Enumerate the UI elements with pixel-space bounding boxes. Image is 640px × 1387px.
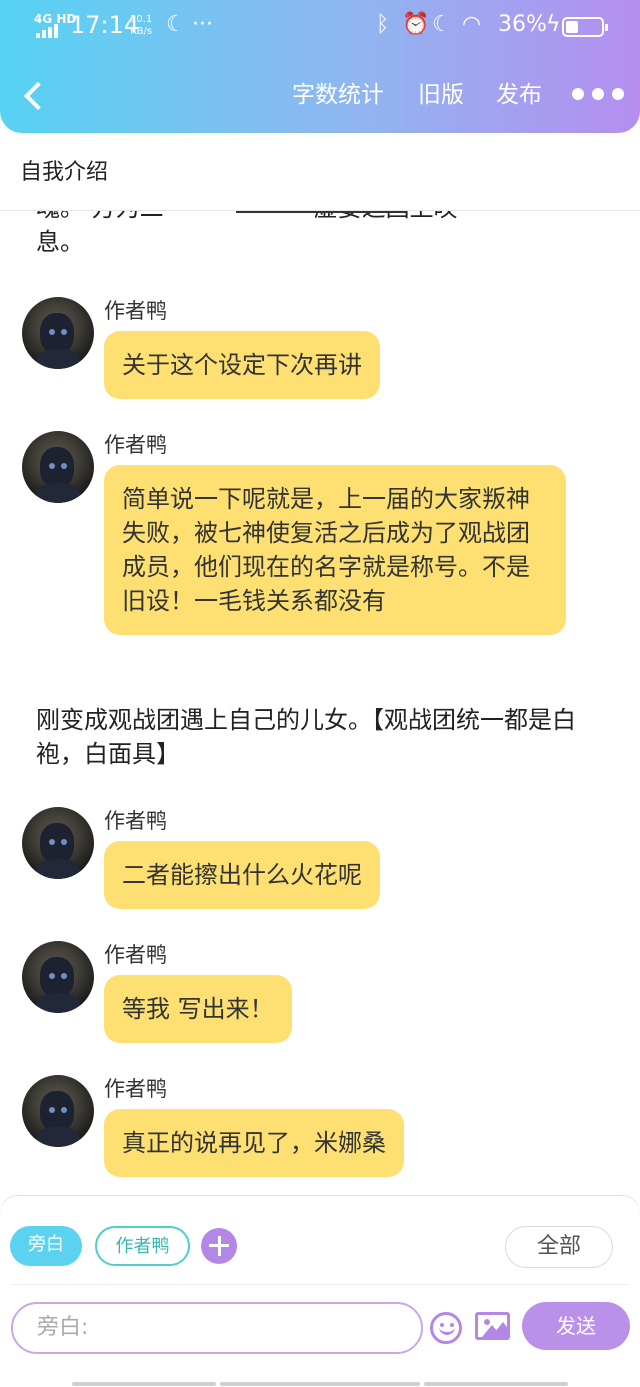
avatar[interactable] — [22, 941, 94, 1013]
avatar[interactable] — [22, 297, 94, 369]
section-title: 自我介绍 — [20, 160, 109, 185]
chat-message[interactable]: 作者鸭 真正的说再见了，米娜桑 — [22, 1075, 622, 1185]
battery-percent: 36% — [498, 12, 547, 37]
status-time: 17:14 — [70, 11, 140, 39]
chat-message[interactable]: 作者鸭 关于这个设定下次再讲 — [22, 297, 622, 407]
message-input[interactable]: 旁白: — [11, 1302, 423, 1354]
sender-name: 作者鸭 — [104, 943, 167, 967]
dnd-moon-icon: ☾ — [432, 12, 452, 37]
sender-name: 作者鸭 — [104, 809, 167, 833]
sender-name: 作者鸭 — [104, 1077, 167, 1101]
old-version-button[interactable]: 旧版 — [418, 80, 464, 110]
back-chevron-icon[interactable] — [20, 78, 50, 114]
chat-message[interactable]: 作者鸭 等我 写出来！ — [22, 941, 622, 1051]
message-bubble[interactable]: 二者能擦出什么火花呢 — [104, 841, 380, 909]
moon-icon: ☾ — [166, 12, 186, 37]
send-button[interactable]: 发送 — [522, 1302, 630, 1350]
chat-area[interactable]: 魂。 方为二虚妄之国上叹 息。 作者鸭 关于这个设定下次再讲 作者鸭 简单说一下… — [0, 211, 640, 1196]
nav-gesture-bar — [72, 1382, 216, 1386]
composer-panel: 旁白 作者鸭 全部 旁白: 发送 — [0, 1196, 640, 1387]
alarm-icon: ⏰ — [402, 12, 430, 37]
chat-message[interactable]: 作者鸭 简单说一下呢就是，上一届的大家叛神失败，被七神使复活之后成为了观战团成员… — [22, 431, 622, 681]
all-roles-button[interactable]: 全部 — [505, 1226, 613, 1268]
header-bar: 4G HD 17:14 10.1 KB/s ☾ ··· ᛒ ⏰ ☾ ◠ 36% ϟ… — [0, 0, 640, 133]
wifi-icon: ◠ — [462, 12, 482, 37]
battery-icon — [562, 17, 608, 37]
network-speed: 10.1 KB/s — [130, 14, 153, 37]
notification-dots: ··· — [192, 12, 213, 37]
chat-message[interactable]: 作者鸭 二者能擦出什么火花呢 — [22, 807, 622, 917]
add-role-icon[interactable] — [201, 1228, 237, 1264]
sender-name: 作者鸭 — [104, 299, 167, 323]
role-chip-author[interactable]: 作者鸭 — [95, 1226, 190, 1266]
avatar[interactable] — [22, 807, 94, 879]
status-bar: 4G HD 17:14 10.1 KB/s ☾ ··· ᛒ ⏰ ☾ ◠ 36% ϟ — [0, 10, 640, 42]
role-chip-narrator[interactable]: 旁白 — [10, 1226, 82, 1266]
bluetooth-icon: ᛒ — [376, 12, 390, 37]
message-bubble[interactable]: 真正的说再见了，米娜桑 — [104, 1109, 404, 1177]
sender-name: 作者鸭 — [104, 433, 167, 457]
nav-gesture-bar — [220, 1382, 420, 1386]
emoji-icon[interactable] — [430, 1312, 462, 1344]
publish-button[interactable]: 发布 — [496, 80, 542, 110]
message-bubble[interactable]: 关于这个设定下次再讲 — [104, 331, 380, 399]
nav-bar: 字数统计 旧版 发布 — [0, 70, 640, 122]
more-options-icon[interactable] — [572, 88, 624, 102]
narration-text[interactable]: 刚变成观战团遇上自己的儿女。【观战团统一都是白袍，白面具】 — [36, 703, 616, 771]
nav-gesture-bar — [424, 1382, 568, 1386]
avatar[interactable] — [22, 1075, 94, 1147]
charging-icon: ϟ — [546, 12, 561, 37]
message-bubble[interactable]: 简单说一下呢就是，上一届的大家叛神失败，被七神使复活之后成为了观战团成员，他们现… — [104, 465, 566, 635]
narration-fragment: 魂。 方为二虚妄之国上叹 息。 — [36, 211, 458, 256]
avatar[interactable] — [22, 431, 94, 503]
message-bubble[interactable]: 等我 写出来！ — [104, 975, 292, 1043]
app-root: 4G HD 17:14 10.1 KB/s ☾ ··· ᛒ ⏰ ☾ ◠ 36% ϟ… — [0, 0, 640, 1387]
word-count-button[interactable]: 字数统计 — [292, 80, 384, 110]
image-icon[interactable] — [475, 1312, 510, 1340]
strikethrough-line — [236, 211, 406, 213]
divider — [10, 1284, 630, 1285]
